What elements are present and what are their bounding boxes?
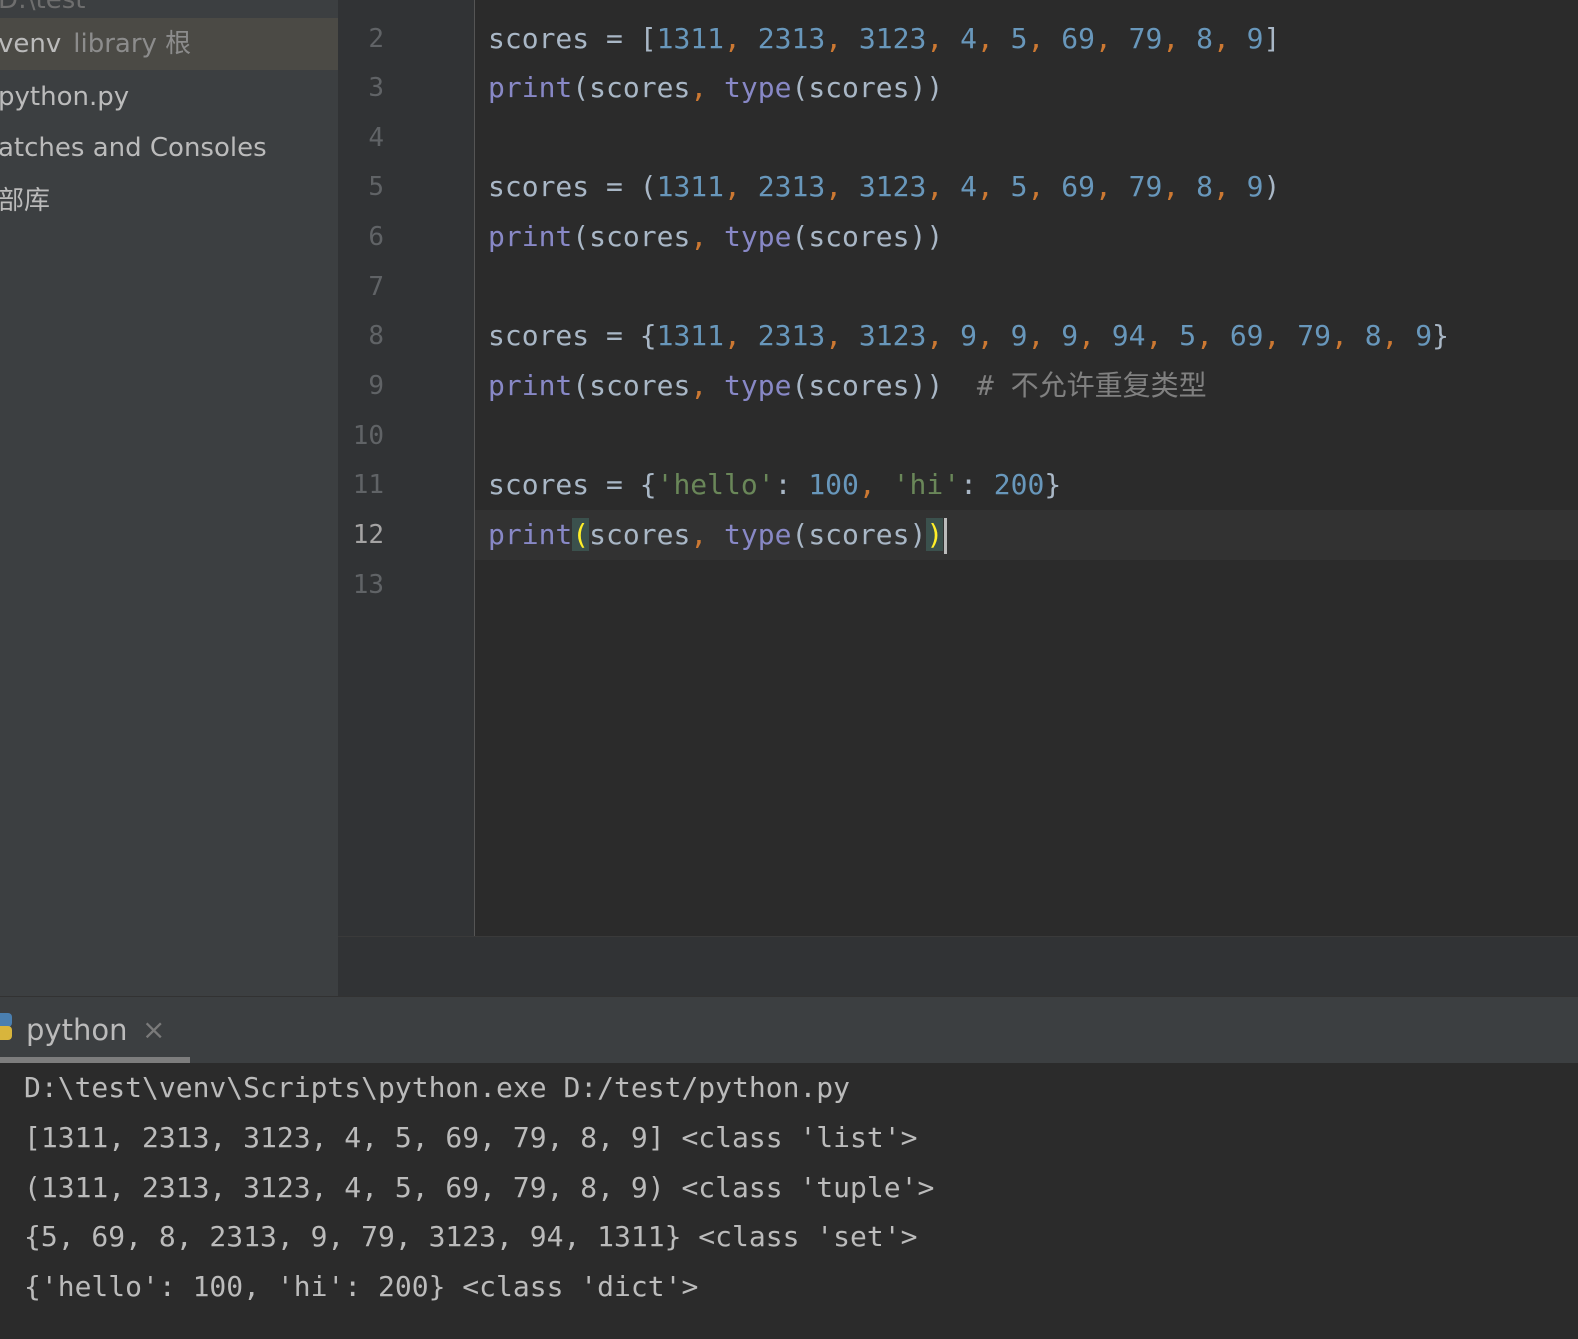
line-number: 5: [368, 172, 384, 202]
matched-paren-open: (: [572, 518, 590, 551]
tree-item-venv[interactable]: venv library 根: [0, 18, 338, 70]
run-tab-python[interactable]: python ×: [0, 997, 190, 1063]
close-icon[interactable]: ×: [142, 997, 165, 1063]
gutter-divider: [474, 0, 475, 936]
matched-paren-close: ): [926, 518, 944, 551]
tree-item-scratches[interactable]: atches and Consoles: [0, 122, 338, 174]
line-number: 10: [352, 421, 384, 451]
text-caret: [944, 518, 948, 554]
tree-item-label: 部库: [0, 186, 51, 216]
code-line-3[interactable]: print(scores, type(scores)): [488, 63, 943, 113]
line-number: 7: [368, 272, 384, 302]
line-number-gutter[interactable]: 2 3 4 5 6 7 8 9 10 11 12 13: [338, 0, 474, 936]
code-editor[interactable]: 2 3 4 5 6 7 8 9 10 11 12 13 scores = [13…: [338, 0, 1578, 997]
code-line-5[interactable]: scores = (1311, 2313, 3123, 4, 5, 69, 79…: [488, 162, 1280, 212]
code-line-12[interactable]: print(scores, type(scores)): [488, 510, 948, 560]
tree-item-label: atches and Consoles: [0, 133, 267, 163]
tree-item-python-file[interactable]: python.py: [0, 71, 338, 123]
code-line-2[interactable]: scores = [1311, 2313, 3123, 4, 5, 69, 79…: [488, 14, 1280, 64]
code-line-6[interactable]: print(scores, type(scores)): [488, 212, 943, 262]
tree-item-external-libraries[interactable]: 部库: [0, 175, 338, 227]
run-tab-bar: python ×: [0, 996, 1578, 1063]
console-output-line: D:\test\venv\Scripts\python.exe D:/test/…: [24, 1071, 851, 1104]
line-number: 13: [352, 570, 384, 600]
code-line-11[interactable]: scores = {'hello': 100, 'hi': 200}: [488, 460, 1061, 510]
line-number: 6: [368, 222, 384, 252]
line-number: 3: [368, 73, 384, 103]
run-tool-window: python × D:\test\venv\Scripts\python.exe…: [0, 996, 1578, 1339]
tree-item-hint: library 根: [73, 29, 192, 59]
line-number: 9: [368, 371, 384, 401]
console-output-line: (1311, 2313, 3123, 4, 5, 69, 79, 8, 9) <…: [24, 1171, 935, 1204]
line-number: 11: [352, 470, 384, 500]
tree-item-label: python.py: [0, 82, 130, 112]
console-output-line: [1311, 2313, 3123, 4, 5, 69, 79, 8, 9] <…: [24, 1121, 918, 1154]
python-icon: [0, 1013, 12, 1040]
line-number: 4: [368, 123, 384, 153]
console-output-line: {'hello': 100, 'hi': 200} <class 'dict'>: [24, 1270, 699, 1303]
console-output-line: {5, 69, 8, 2313, 9, 79, 3123, 94, 1311} …: [24, 1220, 918, 1253]
project-tree-panel: D:\test venv library 根 python.py atches a…: [0, 0, 338, 996]
editor-breadcrumb-bar: [338, 936, 1578, 997]
line-number: 2: [368, 24, 384, 54]
line-number-current: 12: [352, 520, 384, 550]
line-number: 8: [368, 321, 384, 351]
code-line-8[interactable]: scores = {1311, 2313, 3123, 9, 9, 9, 94,…: [488, 311, 1449, 361]
code-line-9[interactable]: print(scores, type(scores)) # 不允许重复类型: [488, 361, 1207, 411]
tree-item-label: venv: [0, 29, 62, 59]
run-tab-label: python: [26, 1013, 128, 1047]
code-comment: # 不允许重复类型: [976, 369, 1207, 402]
